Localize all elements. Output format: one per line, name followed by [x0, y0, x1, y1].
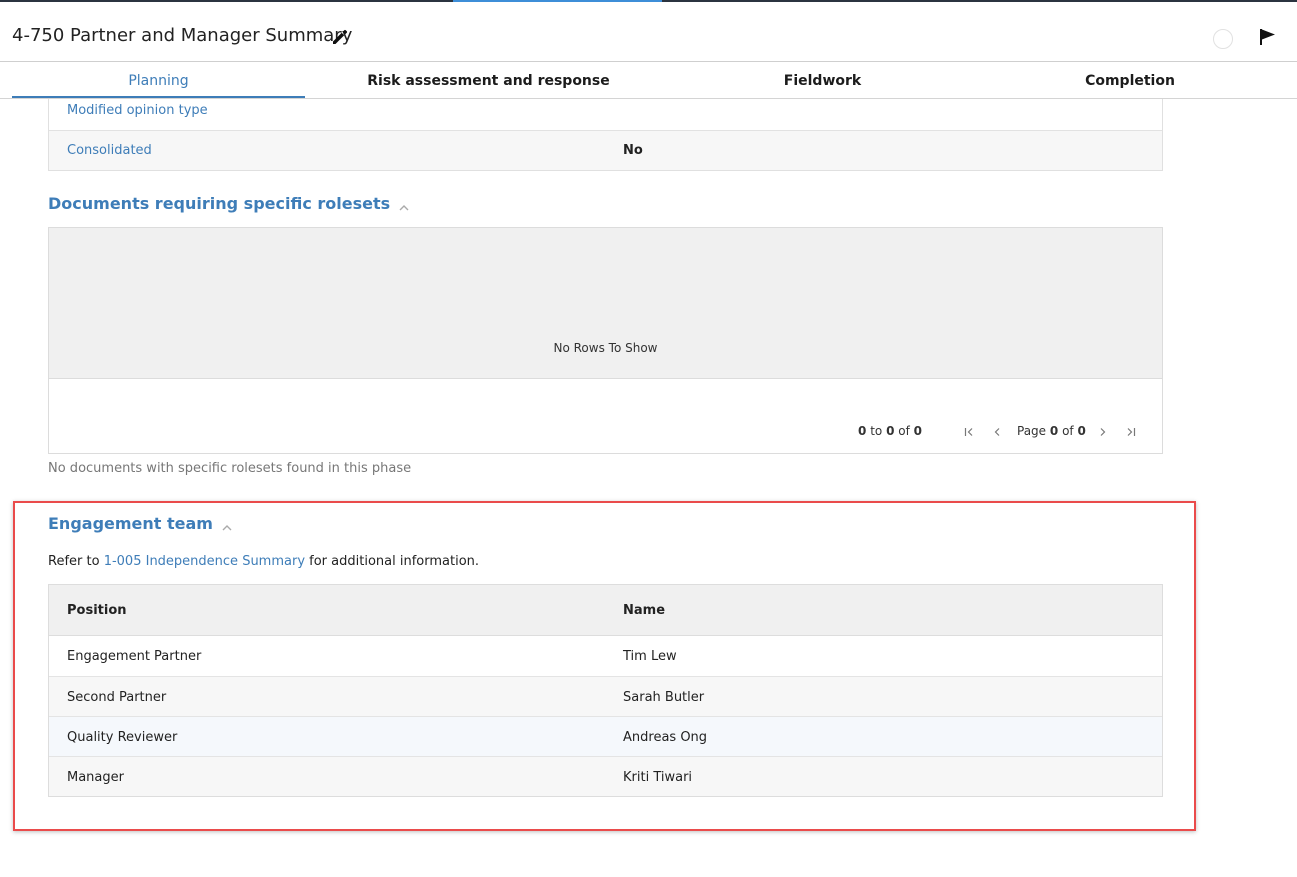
document-header: 4-750 Partner and Manager Summary: [0, 2, 1297, 62]
tab-fieldwork[interactable]: Fieldwork: [700, 63, 945, 98]
detail-value: No: [623, 143, 643, 158]
table-row: Quality Reviewer Andreas Ong: [49, 716, 1162, 756]
refer-line: Refer to 1-005 Independence Summary for …: [48, 554, 480, 569]
last-page-icon[interactable]: [1124, 424, 1138, 438]
engagement-team-section-header[interactable]: Engagement team: [48, 514, 233, 533]
table-header-row: Position Name: [49, 585, 1162, 636]
name-cell: Andreas Ong: [623, 730, 708, 745]
page-title: 4-750 Partner and Manager Summary: [12, 25, 353, 46]
name-cell: Tim Lew: [623, 649, 677, 664]
pager-row-summary: 0 to 0 of 0: [858, 424, 923, 438]
position-cell: Second Partner: [67, 690, 167, 705]
position-cell: Manager: [67, 770, 124, 785]
status-circle-icon[interactable]: [1213, 29, 1233, 49]
name-cell: Kriti Tiwari: [623, 770, 693, 785]
detail-row-consolidated: Consolidated No: [49, 130, 1162, 170]
next-page-icon[interactable]: [1096, 424, 1110, 438]
position-cell: Quality Reviewer: [67, 730, 178, 745]
table-row: Engagement Partner Tim Lew: [49, 636, 1162, 676]
pager-page-indicator: Page 0 of 0: [1017, 424, 1086, 438]
documents-empty-note: No documents with specific rolesets foun…: [48, 461, 412, 476]
detail-label: Consolidated: [67, 143, 152, 158]
engagement-team-title: Engagement team: [48, 514, 213, 533]
table-row: Manager Kriti Tiwari: [49, 756, 1162, 796]
position-cell: Engagement Partner: [67, 649, 202, 664]
documents-section-header[interactable]: Documents requiring specific rolesets: [48, 194, 410, 213]
column-header-name: Name: [623, 603, 666, 618]
tab-risk-assessment-and-response[interactable]: Risk assessment and response: [330, 63, 647, 98]
pencil-icon[interactable]: [330, 27, 350, 47]
column-header-position: Position: [67, 603, 127, 618]
documents-grid: No Rows To Show 0 to 0 of 0 Page 0 of 0: [48, 227, 1163, 454]
previous-page-icon[interactable]: [990, 424, 1004, 438]
tab-planning[interactable]: Planning: [12, 63, 305, 98]
phase-tabs: Planning Risk assessment and response Fi…: [0, 63, 1297, 99]
chevron-up-icon[interactable]: [221, 519, 233, 531]
independence-summary-link[interactable]: 1-005 Independence Summary: [104, 554, 305, 569]
grid-body: No Rows To Show: [49, 228, 1162, 379]
documents-section-title: Documents requiring specific rolesets: [48, 194, 391, 213]
tab-completion[interactable]: Completion: [1020, 63, 1240, 98]
name-cell: Sarah Butler: [623, 690, 705, 705]
no-rows-message: No Rows To Show: [553, 341, 658, 355]
flag-icon[interactable]: [1258, 27, 1278, 47]
detail-label: Modified opinion type: [67, 103, 208, 118]
table-row: Second Partner Sarah Butler: [49, 676, 1162, 716]
first-page-icon[interactable]: [962, 424, 976, 438]
engagement-details-table: Modified opinion type Consolidated No: [48, 99, 1163, 171]
engagement-team-table: Position Name Engagement Partner Tim Lew…: [48, 584, 1163, 797]
detail-row-modified-opinion-type: Modified opinion type: [49, 99, 1162, 130]
chevron-up-icon[interactable]: [398, 199, 410, 211]
